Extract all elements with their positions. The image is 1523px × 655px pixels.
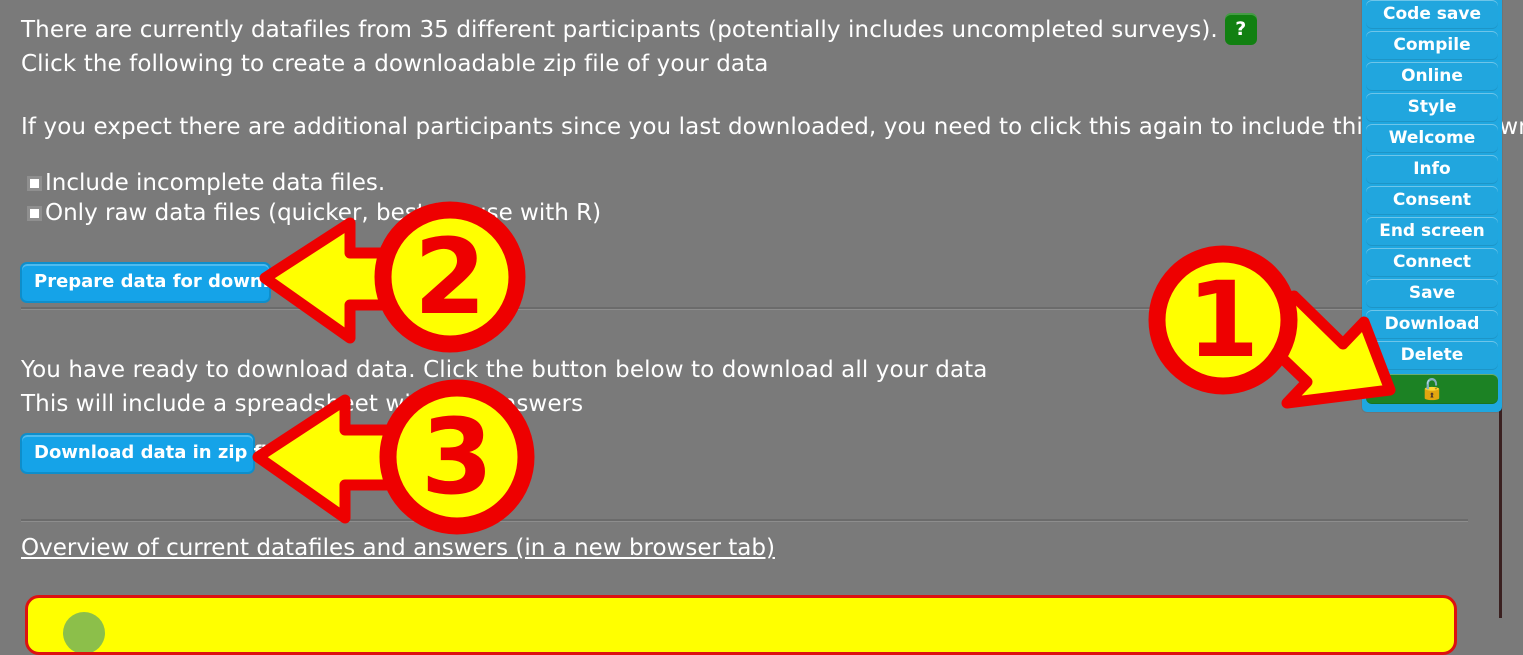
intro-line-1: There are currently datafiles from 35 di… xyxy=(21,17,1218,43)
sidebar-item-compile[interactable]: Compile xyxy=(1366,31,1498,60)
ready-line-2: This will include a spreadsheet with the… xyxy=(21,391,584,417)
ready-paragraph: You have ready to download data. Click t… xyxy=(21,353,988,421)
download-zip-button[interactable]: Download data in zip file xyxy=(20,433,285,474)
avatar-icon xyxy=(63,612,105,652)
section-divider-bottom xyxy=(21,519,1468,522)
right-sidebar-menu: Code save Compile Online Style Welcome I… xyxy=(1362,0,1502,412)
sidebar-item-consent[interactable]: Consent xyxy=(1366,186,1498,215)
alert-banner xyxy=(25,595,1457,655)
sidebar-item-download[interactable]: Download xyxy=(1366,310,1498,339)
section-divider-top xyxy=(21,307,1372,310)
checkbox-only-raw-row[interactable]: Only raw data files (quicker, best for u… xyxy=(27,199,601,227)
help-icon[interactable]: ? xyxy=(1224,13,1257,45)
reminder-paragraph: If you expect there are additional parti… xyxy=(21,114,1523,140)
sidebar-item-code-save[interactable]: Code save xyxy=(1366,0,1498,29)
main-content-area: There are currently datafiles from 35 di… xyxy=(0,0,1523,655)
sidebar-item-online[interactable]: Online xyxy=(1366,62,1498,91)
checkbox-only-raw[interactable] xyxy=(27,206,42,221)
unlock-icon[interactable]: 🔓 xyxy=(1366,374,1498,404)
intro-line-2: Click the following to create a download… xyxy=(21,51,769,77)
sidebar-item-save[interactable]: Save xyxy=(1366,279,1498,308)
sidebar-item-info[interactable]: Info xyxy=(1366,155,1498,184)
checkbox-include-incomplete[interactable] xyxy=(27,176,42,191)
checkbox-include-incomplete-label: Include incomplete data files. xyxy=(45,170,386,196)
sidebar-item-delete[interactable]: Delete xyxy=(1366,341,1498,370)
checkbox-include-incomplete-row[interactable]: Include incomplete data files. xyxy=(27,169,385,197)
sidebar-item-connect[interactable]: Connect xyxy=(1366,248,1498,277)
intro-paragraph: There are currently datafiles from 35 di… xyxy=(21,13,1257,81)
sidebar-item-style[interactable]: Style xyxy=(1366,93,1498,122)
overview-datafiles-link[interactable]: Overview of current datafiles and answer… xyxy=(21,535,775,561)
sidebar-item-welcome[interactable]: Welcome xyxy=(1366,124,1498,153)
ready-line-1: You have ready to download data. Click t… xyxy=(21,357,988,383)
prepare-data-button[interactable]: Prepare data for download xyxy=(20,262,306,303)
checkbox-only-raw-label: Only raw data files (quicker, best for u… xyxy=(45,200,602,226)
sidebar-item-end-screen[interactable]: End screen xyxy=(1366,217,1498,246)
